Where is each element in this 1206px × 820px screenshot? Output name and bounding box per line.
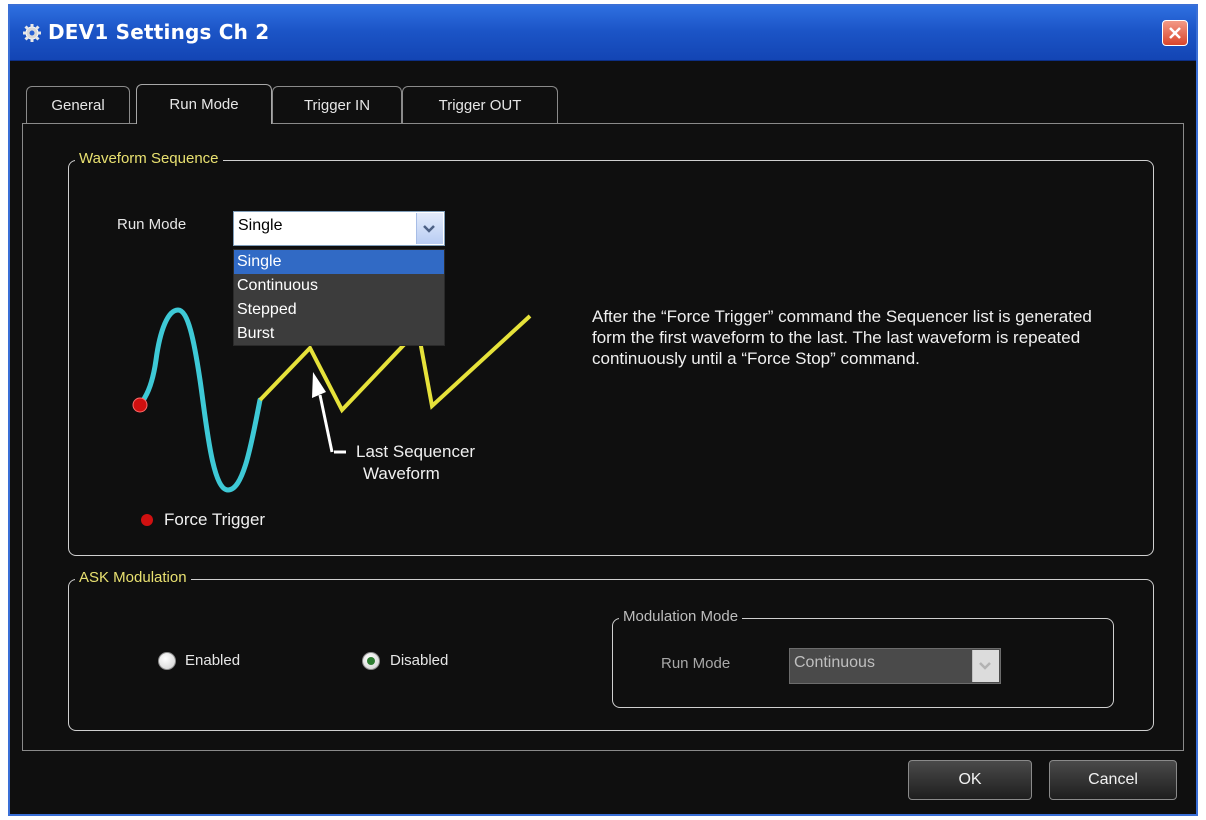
modulation-mode-legend: Modulation Mode [619,608,743,625]
run-mode-select-value: Single [238,217,283,234]
run-mode-option-burst[interactable]: Burst [234,322,444,346]
ok-button[interactable]: OK [908,760,1032,800]
modulation-run-mode-select[interactable]: Continuous [789,648,1001,684]
tab-trigger-in[interactable]: Trigger IN [272,86,402,124]
run-mode-label: Run Mode [117,216,187,233]
tab-trigger-in-label: Trigger IN [303,97,371,114]
run-mode-option-continuous[interactable]: Continuous [234,274,444,298]
disabled-label: Disabled [390,652,449,669]
callout-line-2: Waveform [363,464,440,483]
run-mode-dropdown-list[interactable]: Single Continuous Stepped Burst [233,249,445,346]
run-mode-option-stepped[interactable]: Stepped [234,298,444,322]
modulation-run-mode-value: Continuous [794,654,875,671]
tab-trigger-out-label: Trigger OUT [438,97,522,114]
tab-general[interactable]: General [26,86,130,124]
ask-modulation-legend: ASK Modulation [75,569,191,586]
cancel-button[interactable]: Cancel [1049,760,1177,800]
chevron-down-icon [423,225,435,233]
chevron-down-icon [979,662,991,670]
enabled-radio[interactable] [158,652,176,670]
force-trigger-marker [132,397,148,413]
force-trigger-legend-dot [141,514,153,526]
enabled-label: Enabled [185,652,241,669]
run-mode-dropdown-button[interactable] [416,213,443,244]
gear-icon [23,24,41,42]
tab-trigger-out[interactable]: Trigger OUT [402,86,558,124]
force-trigger-label: Force Trigger [164,510,266,529]
callout-label: Last Sequencer Waveform [356,441,475,485]
window-title: DEV1 Settings Ch 2 [48,20,270,44]
close-button[interactable] [1162,20,1188,46]
waveform-sequence-legend: Waveform Sequence [75,150,223,167]
close-icon [1169,27,1181,39]
title-bar[interactable]: DEV1 Settings Ch 2 [10,6,1196,61]
tab-run-mode-label: Run Mode [169,96,239,113]
modulation-dropdown-button[interactable] [972,650,999,682]
callout-line-1: Last Sequencer [356,442,476,461]
tab-run-mode[interactable]: Run Mode [136,84,272,124]
tab-general-label: General [51,97,105,114]
run-mode-option-single[interactable]: Single [234,250,444,274]
disabled-radio[interactable] [362,652,380,670]
run-mode-description: After the “Force Trigger” command the Se… [592,307,1092,368]
run-mode-select[interactable]: Single [233,211,445,246]
modulation-run-mode-label: Run Mode [661,655,731,672]
